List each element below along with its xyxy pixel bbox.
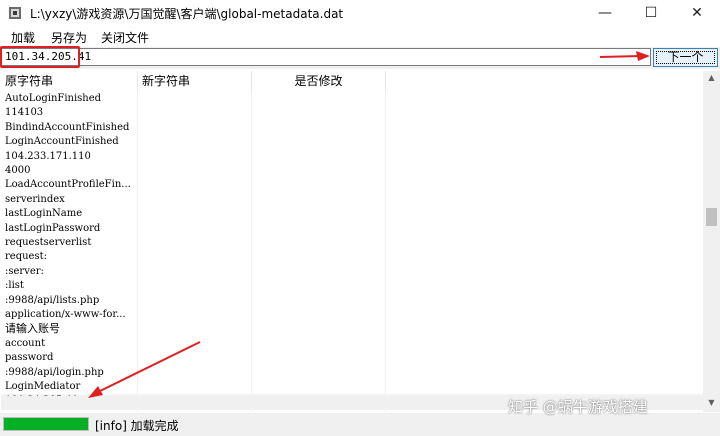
menu-item-load[interactable]: 加载 bbox=[11, 29, 35, 46]
menu-bar: 加载 另存为 关闭文件 bbox=[0, 28, 720, 46]
minimize-icon: — bbox=[598, 5, 612, 21]
close-icon: ✕ bbox=[691, 5, 703, 21]
scrollbar-thumb[interactable] bbox=[706, 208, 717, 226]
table-row[interactable]: BindindAccountFinished bbox=[1, 121, 386, 135]
column-header-original[interactable]: 原字符串 bbox=[1, 71, 138, 91]
scroll-up-icon[interactable]: ▲ bbox=[703, 71, 720, 85]
window-title: L:\yxzy\游戏资源\万国觉醒\客户端\global-metadata.da… bbox=[30, 7, 344, 21]
maximize-button[interactable]: ☐ bbox=[628, 0, 674, 26]
title-bar: L:\yxzy\游戏资源\万国觉醒\客户端\global-metadata.da… bbox=[0, 0, 720, 26]
table-row[interactable]: 104.233.171.110 bbox=[1, 150, 386, 164]
vertical-scrollbar[interactable]: ▲ ▼ bbox=[703, 71, 720, 412]
string-table[interactable]: 原字符串 新字符串 是否修改 AutoLoginFinished 114103 Bi… bbox=[1, 71, 703, 412]
menu-item-save-as[interactable]: 另存为 bbox=[51, 29, 87, 46]
table-row[interactable]: serverindex bbox=[1, 193, 386, 207]
load-progress-bar bbox=[3, 417, 89, 431]
table-row[interactable]: LoginMediator bbox=[1, 380, 386, 394]
minimize-button[interactable]: — bbox=[582, 0, 628, 26]
close-button[interactable]: ✕ bbox=[674, 0, 720, 26]
table-row[interactable]: password bbox=[1, 351, 386, 365]
table-row[interactable]: AutoLoginFinished bbox=[1, 92, 386, 106]
table-row[interactable]: 请输入账号 bbox=[1, 322, 386, 336]
search-toolbar: 101.34.205.41 下一个 bbox=[0, 47, 720, 69]
column-header-modified[interactable]: 是否修改 bbox=[252, 71, 386, 91]
table-row[interactable]: lastLoginPassword bbox=[1, 222, 386, 236]
watermark-text: 知乎 @蜗牛游戏搭建 bbox=[508, 398, 648, 416]
column-header-new[interactable]: 新字符串 bbox=[138, 71, 252, 91]
table-row[interactable]: LoginAccountFinished bbox=[1, 135, 386, 149]
search-input[interactable]: 101.34.205.41 bbox=[1, 48, 651, 66]
status-text: [info] 加载完成 bbox=[95, 419, 179, 433]
table-row[interactable]: account bbox=[1, 337, 386, 351]
progress-fill bbox=[4, 418, 88, 430]
table-row[interactable]: :list bbox=[1, 279, 386, 293]
search-highlight-frame bbox=[0, 46, 80, 68]
table-row[interactable]: application/x-www-for... bbox=[1, 308, 386, 322]
table-row[interactable]: :9988/api/login.php bbox=[1, 366, 386, 380]
table-row[interactable]: 4000 bbox=[1, 164, 386, 178]
scroll-down-icon[interactable]: ▼ bbox=[703, 396, 720, 410]
table-row[interactable]: :server: bbox=[1, 265, 386, 279]
menu-item-close-file[interactable]: 关闭文件 bbox=[101, 29, 149, 46]
table-row[interactable]: :9988/api/lists.php bbox=[1, 294, 386, 308]
table-row[interactable]: requestserverlist bbox=[1, 236, 386, 250]
table-row[interactable]: lastLoginName bbox=[1, 207, 386, 221]
table-row[interactable]: request: bbox=[1, 250, 386, 264]
maximize-icon: ☐ bbox=[644, 5, 658, 21]
app-icon bbox=[9, 7, 21, 19]
table-row[interactable]: LoadAccountProfileFin... bbox=[1, 178, 386, 192]
next-button[interactable]: 下一个 bbox=[653, 48, 718, 67]
table-row[interactable]: 114103 bbox=[1, 106, 386, 120]
